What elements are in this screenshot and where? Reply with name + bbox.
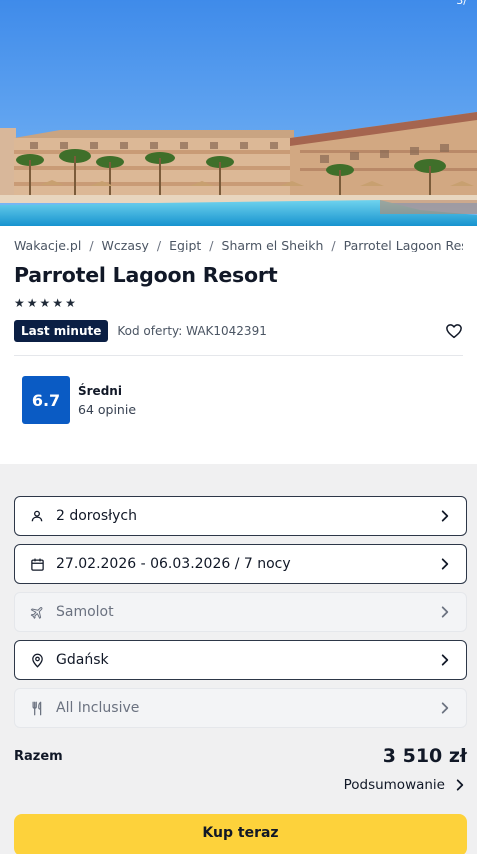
fork-knife-icon [29,700,45,716]
chevron-right-icon [441,654,449,666]
hotel-info: Wakacje.pl / Wczasy / Egipt / Sharm el S… [0,226,477,464]
total-row: Razem 3 510 zł [14,745,467,767]
breadcrumb: Wakacje.pl / Wczasy / Egipt / Sharm el S… [14,238,463,252]
summary-link[interactable]: Podsumowanie [14,777,467,793]
summary-label: Podsumowanie [343,777,445,793]
booking-options: 2 dorosłych 27.02.2026 - 06.03.2026 / 7 … [0,464,477,854]
star-icon: ★ [39,296,51,310]
total-label: Razem [14,748,63,764]
star-icon: ★ [14,296,25,310]
transport-value: Samolot [56,604,114,620]
star-icon: ★ [26,296,38,310]
chevron-right-icon [441,510,449,522]
rating-score: 6.7 [22,376,70,424]
departure-value: Gdańsk [56,652,109,668]
buy-now-button[interactable]: Kup teraz [14,814,467,854]
hotel-gallery[interactable]: 3/ [0,0,477,226]
review-summary[interactable]: 6.7 Średni 64 opinie [22,376,463,424]
departure-selector[interactable]: Gdańsk [14,640,467,680]
divider [14,355,463,356]
calendar-icon [29,556,45,572]
star-icon: ★ [65,296,76,310]
rating-label: Średni [78,383,122,398]
board-selector[interactable]: All Inclusive [14,688,467,728]
breadcrumb-item[interactable]: Wakacje.pl [14,238,81,252]
heart-icon[interactable] [445,322,463,340]
travelers-selector[interactable]: 2 dorosłych [14,496,467,536]
dates-value: 27.02.2026 - 06.03.2026 / 7 nocy [56,556,291,572]
breadcrumb-item[interactable]: Parrotel Lagoon Resort [344,238,463,252]
transport-selector[interactable]: Samolot [14,592,467,632]
person-icon [29,508,45,524]
review-count: 64 opinie [78,401,137,417]
gallery-counter: 3/ [456,0,467,7]
breadcrumb-item[interactable]: Sharm el Sheikh [222,238,324,252]
travelers-value: 2 dorosłych [56,508,137,524]
total-price: 3 510 zł [382,745,467,767]
breadcrumb-item[interactable]: Wczasy [102,238,149,252]
page-title: Parrotel Lagoon Resort [14,263,278,287]
star-rating: ★ ★ ★ ★ ★ [14,297,463,309]
board-value: All Inclusive [56,700,140,716]
dates-selector[interactable]: 27.02.2026 - 06.03.2026 / 7 nocy [14,544,467,584]
chevron-right-icon [441,558,449,570]
location-pin-icon [29,652,45,668]
breadcrumb-item[interactable]: Egipt [169,238,201,252]
hotel-photo [0,0,477,226]
chevron-right-icon [441,606,449,618]
last-minute-badge: Last minute [14,320,109,342]
star-icon: ★ [52,296,64,310]
offer-code: Kod oferty: WAK1042391 [117,324,267,338]
chevron-right-icon [456,779,464,791]
plane-icon [29,604,45,620]
chevron-right-icon [441,702,449,714]
